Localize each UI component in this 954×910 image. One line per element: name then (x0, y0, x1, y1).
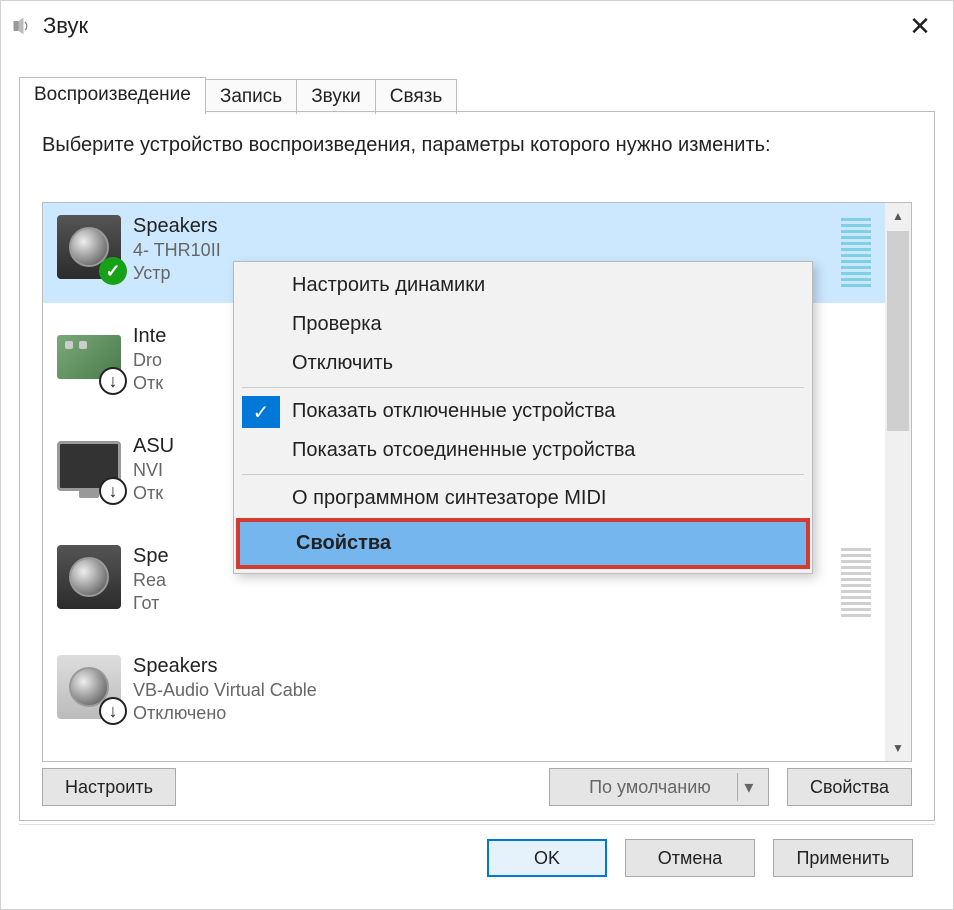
speaker-icon (57, 215, 121, 279)
menu-separator (242, 474, 804, 475)
properties-button[interactable]: Свойства (787, 768, 912, 806)
device-list-scrollbar[interactable]: ▲ ▼ (885, 203, 911, 761)
tab-communications[interactable]: Связь (375, 79, 458, 114)
device-row-vbaudio[interactable]: Speakers VB-Audio Virtual Cable Отключен… (43, 643, 885, 743)
monitor-icon (57, 435, 121, 499)
sound-app-icon (9, 14, 33, 38)
device-name: Speakers (133, 655, 871, 678)
dialog-footer: OK Отмена Применить (19, 824, 935, 891)
tabpage-button-row: Настроить По умолчанию Свойства (42, 768, 912, 806)
tabstrip: Воспроизведение Запись Звуки Связь (19, 71, 935, 111)
tab-record[interactable]: Запись (205, 79, 297, 114)
menu-test[interactable]: Проверка (236, 305, 810, 344)
scroll-up-icon[interactable]: ▲ (885, 203, 911, 229)
level-meter-icon (841, 218, 871, 288)
menu-properties[interactable]: Свойства (236, 518, 810, 569)
cancel-button[interactable]: Отмена (625, 839, 755, 877)
titlebar: Звук ✕ (1, 1, 953, 51)
configure-button[interactable]: Настроить (42, 768, 176, 806)
speaker-icon (57, 655, 121, 719)
menu-show-disconnected[interactable]: Показать отсоединенные устройства (236, 431, 810, 470)
set-default-button[interactable]: По умолчанию (549, 768, 769, 806)
device-context-menu[interactable]: Настроить динамики Проверка Отключить ✓ … (233, 261, 813, 574)
menu-disable[interactable]: Отключить (236, 344, 810, 383)
window-title: Звук (43, 13, 885, 39)
device-name: Speakers (133, 215, 829, 238)
menu-configure-speakers[interactable]: Настроить динамики (236, 266, 810, 305)
checkmark-icon: ✓ (242, 396, 280, 428)
device-status: Отключено (133, 703, 871, 724)
menu-item-label: Показать отключенные устройства (292, 400, 615, 422)
speaker-icon (57, 545, 121, 609)
instruction-text: Выберите устройство воспроизведения, пар… (42, 132, 912, 158)
scroll-thumb[interactable] (887, 231, 909, 431)
menu-midi-about[interactable]: О программном синтезаторе MIDI (236, 479, 810, 518)
close-button[interactable]: ✕ (895, 1, 945, 51)
menu-separator (242, 387, 804, 388)
sound-dialog: Звук ✕ Воспроизведение Запись Звуки Связ… (0, 0, 954, 910)
tab-sounds[interactable]: Звуки (296, 79, 376, 114)
device-description: 4- THR10II (133, 240, 829, 261)
default-device-badge-icon (99, 257, 127, 285)
disabled-badge-icon (99, 367, 127, 395)
device-status: Гот (133, 593, 829, 614)
ok-button[interactable]: OK (487, 839, 607, 877)
apply-button[interactable]: Применить (773, 839, 913, 877)
disabled-badge-icon (99, 477, 127, 505)
level-meter-icon (841, 548, 871, 618)
soundcard-icon (57, 325, 121, 389)
disabled-badge-icon (99, 697, 127, 725)
scroll-down-icon[interactable]: ▼ (885, 735, 911, 761)
tab-playback[interactable]: Воспроизведение (19, 77, 206, 112)
device-description: VB-Audio Virtual Cable (133, 680, 871, 701)
menu-show-disabled[interactable]: ✓ Показать отключенные устройства (236, 392, 810, 431)
menu-item-label: Свойства (240, 522, 806, 565)
